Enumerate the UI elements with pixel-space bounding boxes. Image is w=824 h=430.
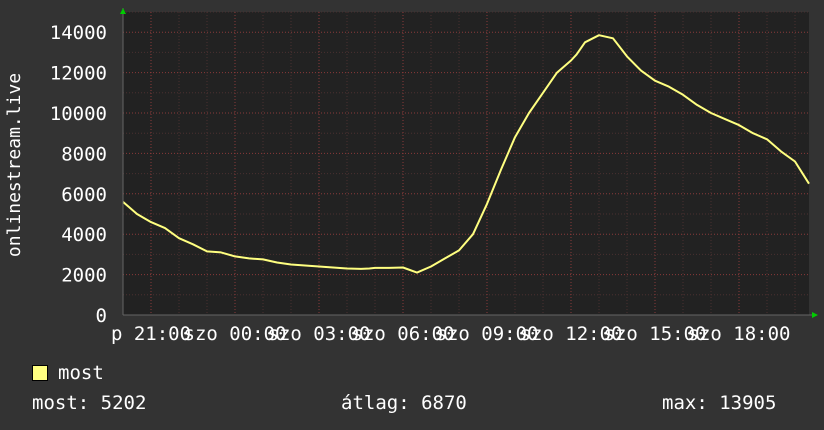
y-tick-label: 12000 <box>50 63 107 85</box>
y-tick-label: 4000 <box>61 224 107 246</box>
x-tick-label: p 21:00 <box>111 323 191 345</box>
y-tick-label: 2000 <box>61 265 107 287</box>
y-tick-label: 0 <box>96 305 107 327</box>
x-axis-ticks: p 21:00szo 00:00szo 03:00szo 06:00szo 09… <box>111 323 791 345</box>
chart-canvas: 0 2000 4000 6000 8000 10000 12000 14000 p 21:00… <box>4 8 818 345</box>
y-tick-label: 8000 <box>61 143 107 165</box>
y-axis-label: onlinestream.live <box>4 73 25 257</box>
plot-area <box>123 12 809 315</box>
y-axis-arrow <box>120 8 126 14</box>
stat-max: max: 13905 <box>662 392 777 414</box>
y-tick-label: 6000 <box>61 184 107 206</box>
x-tick-label: szo 18:00 <box>688 323 791 345</box>
y-axis-ticks: 0 2000 4000 6000 8000 10000 12000 14000 <box>50 22 107 327</box>
legend-swatch <box>32 365 48 381</box>
legend: most <box>32 362 104 384</box>
x-axis-arrow <box>812 312 818 318</box>
stat-current: most: 5202 <box>32 392 147 414</box>
y-tick-label: 14000 <box>50 22 107 44</box>
legend-label: most <box>58 362 104 384</box>
y-tick-label: 10000 <box>50 103 107 125</box>
stat-average: átlag: 6870 <box>341 392 467 414</box>
